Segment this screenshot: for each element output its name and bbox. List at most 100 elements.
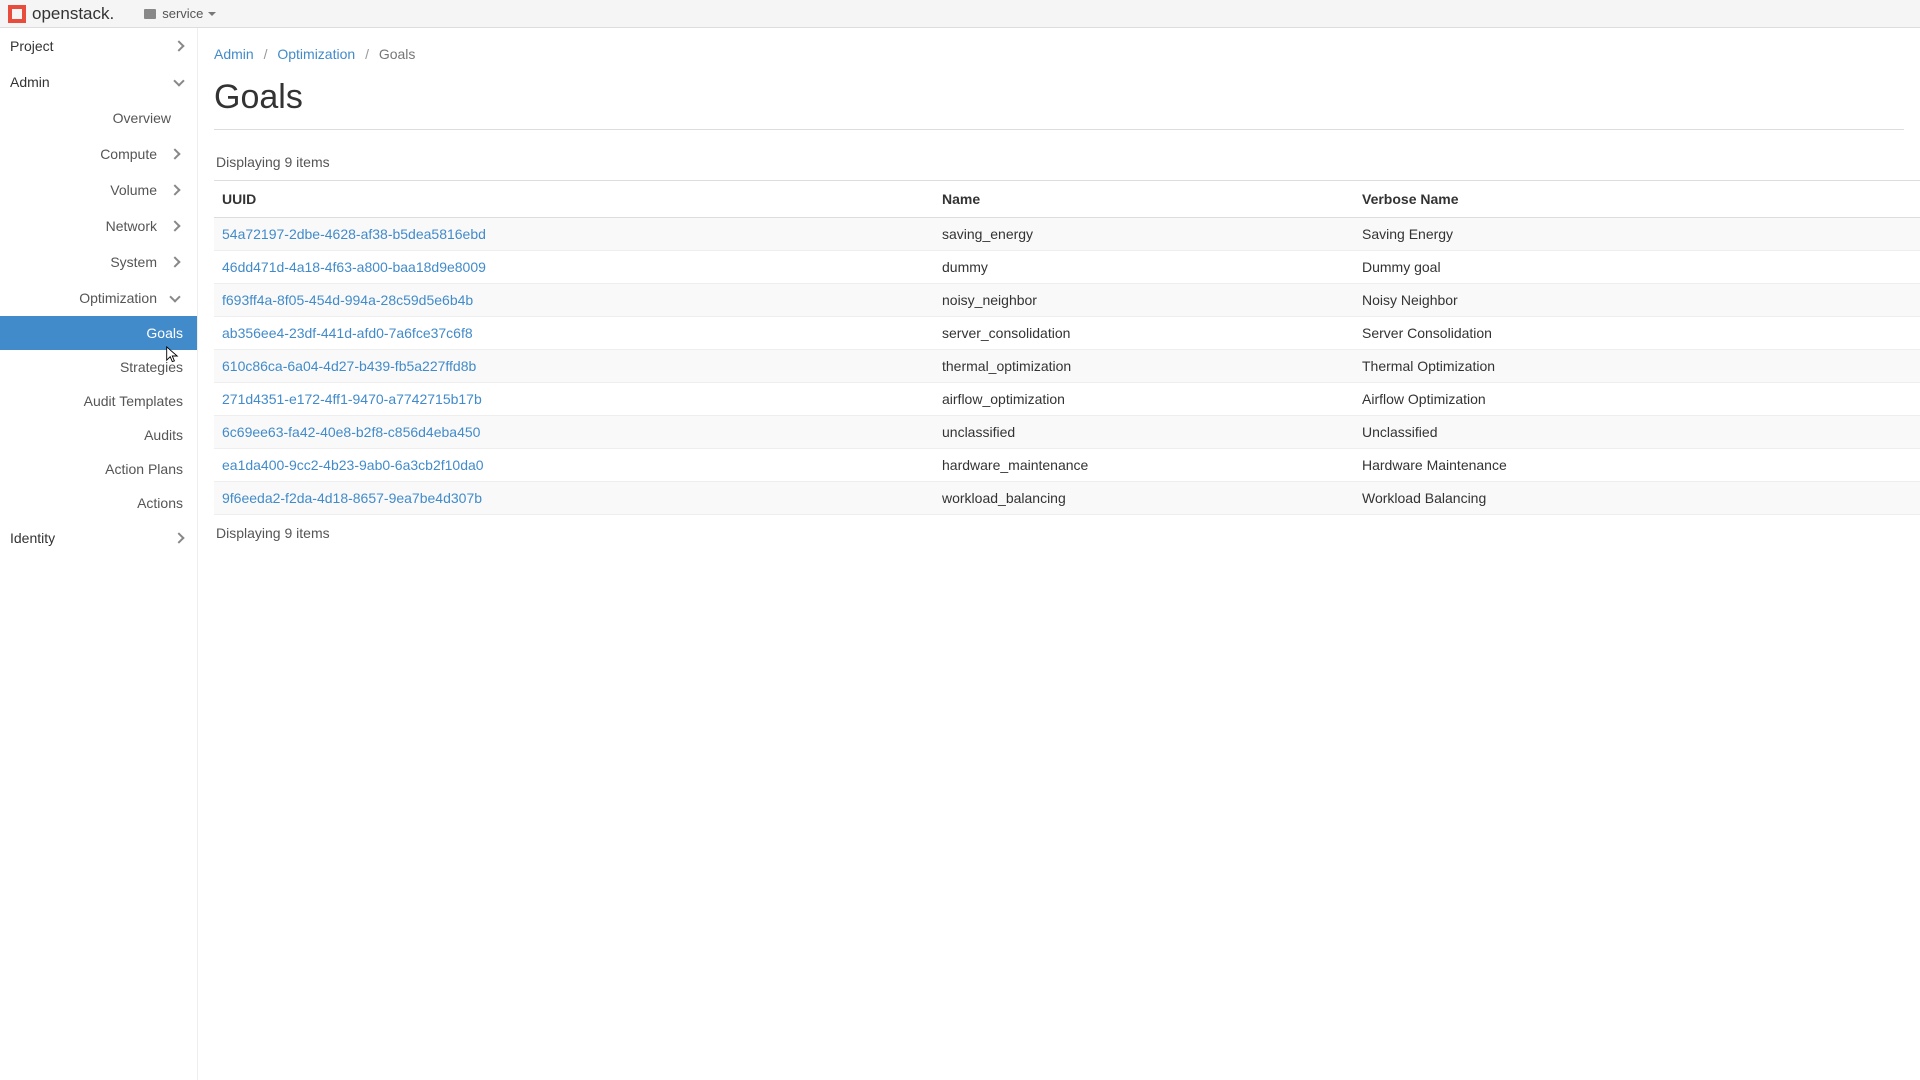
breadcrumb-sep: / [258, 46, 274, 62]
breadcrumb-sep: / [359, 46, 375, 62]
nav-admin[interactable]: Admin [0, 64, 197, 100]
breadcrumb-current: Goals [379, 46, 416, 62]
brand-logo[interactable]: openstack. [8, 4, 114, 24]
nav-action-plans[interactable]: Action Plans [0, 452, 197, 486]
chevron-right-icon [169, 256, 180, 267]
nav-strategies-label: Strategies [120, 359, 183, 375]
nav-network[interactable]: Network [0, 208, 197, 244]
uuid-link[interactable]: 610c86ca-6a04-4d27-b439-fb5a227ffd8b [222, 358, 476, 374]
nav-optimization[interactable]: Optimization [0, 280, 197, 316]
openstack-icon [8, 5, 26, 23]
nav-optimization-children: Goals Strategies Audit Templates Audits … [0, 316, 197, 520]
item-count-top: Displaying 9 items [214, 154, 1920, 180]
project-selector-label: service [162, 6, 203, 21]
chevron-down-icon [169, 291, 180, 302]
nav-compute[interactable]: Compute [0, 136, 197, 172]
uuid-link[interactable]: 9f6eeda2-f2da-4d18-8657-9ea7be4d307b [222, 490, 482, 506]
breadcrumb: Admin / Optimization / Goals [198, 28, 1920, 72]
nav-audits-label: Audits [144, 427, 183, 443]
table-row: ea1da400-9cc2-4b23-9ab0-6a3cb2f10da0 hard… [214, 449, 1920, 482]
uuid-link[interactable]: ea1da400-9cc2-4b23-9ab0-6a3cb2f10da0 [222, 457, 484, 473]
cell-name: server_consolidation [934, 317, 1354, 350]
main-content: Admin / Optimization / Goals Goals Displ… [198, 28, 1920, 1080]
item-count-bottom: Displaying 9 items [214, 515, 1920, 541]
page-title: Goals [198, 72, 1920, 129]
cell-uuid: ea1da400-9cc2-4b23-9ab0-6a3cb2f10da0 [214, 449, 934, 482]
nav-goals-label: Goals [146, 325, 183, 341]
cell-verbose: Saving Energy [1354, 218, 1920, 251]
breadcrumb-optimization[interactable]: Optimization [277, 46, 355, 62]
col-header-uuid[interactable]: UUID [214, 181, 934, 218]
nav-identity-label: Identity [10, 530, 55, 546]
cell-verbose: Dummy goal [1354, 251, 1920, 284]
cell-uuid: 46dd471d-4a18-4f63-a800-baa18d9e8009 [214, 251, 934, 284]
cell-verbose: Thermal Optimization [1354, 350, 1920, 383]
uuid-link[interactable]: 6c69ee63-fa42-40e8-b2f8-c856d4eba450 [222, 424, 480, 440]
table-row: 6c69ee63-fa42-40e8-b2f8-c856d4eba450 uncl… [214, 416, 1920, 449]
cell-name: noisy_neighbor [934, 284, 1354, 317]
table-row: f693ff4a-8f05-454d-994a-28c59d5e6b4b nois… [214, 284, 1920, 317]
table-row: 271d4351-e172-4ff1-9470-a7742715b17b airf… [214, 383, 1920, 416]
cell-verbose: Workload Balancing [1354, 482, 1920, 515]
nav-overview[interactable]: Overview [0, 100, 197, 136]
nav-admin-label: Admin [10, 74, 50, 90]
cell-uuid: 610c86ca-6a04-4d27-b439-fb5a227ffd8b [214, 350, 934, 383]
cell-verbose: Server Consolidation [1354, 317, 1920, 350]
table-row: 46dd471d-4a18-4f63-a800-baa18d9e8009 dumm… [214, 251, 1920, 284]
nav-network-label: Network [10, 218, 165, 234]
sidebar: Project Admin Overview Compute Volume Ne… [0, 28, 198, 1080]
table-row: 610c86ca-6a04-4d27-b439-fb5a227ffd8bther… [214, 350, 1920, 383]
goals-table: UUID Name Verbose Name 54a72197-2dbe-462… [214, 180, 1920, 515]
cell-uuid: f693ff4a-8f05-454d-994a-28c59d5e6b4b [214, 284, 934, 317]
cell-name: hardware_maintenance [934, 449, 1354, 482]
nav-project[interactable]: Project [0, 28, 197, 64]
chevron-right-icon [173, 40, 184, 51]
cell-name: dummy [934, 251, 1354, 284]
cell-uuid: 9f6eeda2-f2da-4d18-8657-9ea7be4d307b [214, 482, 934, 515]
nav-audits[interactable]: Audits [0, 418, 197, 452]
cell-uuid: 6c69ee63-fa42-40e8-b2f8-c856d4eba450 [214, 416, 934, 449]
nav-volume[interactable]: Volume [0, 172, 197, 208]
nav-identity[interactable]: Identity [0, 520, 197, 556]
nav-compute-label: Compute [10, 146, 165, 162]
uuid-link[interactable]: ab356ee4-23df-441d-afd0-7a6fce37c6f8 [222, 325, 473, 341]
nav-actions[interactable]: Actions [0, 486, 197, 520]
uuid-link[interactable]: 54a72197-2dbe-4628-af38-b5dea5816ebd [222, 226, 486, 242]
nav-system-label: System [10, 254, 165, 270]
col-header-verbose[interactable]: Verbose Name [1354, 181, 1920, 218]
project-selector[interactable]: service [144, 6, 216, 21]
cell-verbose: Unclassified [1354, 416, 1920, 449]
cell-verbose: Airflow Optimization [1354, 383, 1920, 416]
nav-admin-children: Overview Compute Volume Network System O… [0, 100, 197, 520]
nav-audit-templates[interactable]: Audit Templates [0, 384, 197, 418]
table-row: ab356ee4-23df-441d-afd0-7a6fce37c6f8 serv… [214, 317, 1920, 350]
cell-name: airflow_optimization [934, 383, 1354, 416]
table-row: 54a72197-2dbe-4628-af38-b5dea5816ebd savi… [214, 218, 1920, 251]
uuid-link[interactable]: f693ff4a-8f05-454d-994a-28c59d5e6b4b [222, 292, 473, 308]
chevron-right-icon [169, 220, 180, 231]
project-icon [144, 9, 156, 19]
caret-down-icon [208, 12, 216, 16]
nav-audit-templates-label: Audit Templates [84, 393, 183, 409]
breadcrumb-admin[interactable]: Admin [214, 46, 254, 62]
cell-uuid: ab356ee4-23df-441d-afd0-7a6fce37c6f8 [214, 317, 934, 350]
topbar: openstack. service [0, 0, 1920, 28]
nav-action-plans-label: Action Plans [105, 461, 183, 477]
cell-verbose: Hardware Maintenance [1354, 449, 1920, 482]
table-row: 9f6eeda2-f2da-4d18-8657-9ea7be4d307b work… [214, 482, 1920, 515]
nav-strategies[interactable]: Strategies [0, 350, 197, 384]
nav-goals[interactable]: Goals [0, 316, 197, 350]
cell-name: saving_energy [934, 218, 1354, 251]
cell-uuid: 271d4351-e172-4ff1-9470-a7742715b17b [214, 383, 934, 416]
cell-name: workload_balancing [934, 482, 1354, 515]
col-header-name[interactable]: Name [934, 181, 1354, 218]
nav-optimization-label: Optimization [10, 290, 165, 306]
cell-name: unclassified [934, 416, 1354, 449]
uuid-link[interactable]: 271d4351-e172-4ff1-9470-a7742715b17b [222, 391, 482, 407]
cell-uuid: 54a72197-2dbe-4628-af38-b5dea5816ebd [214, 218, 934, 251]
nav-volume-label: Volume [10, 182, 165, 198]
cell-verbose: Noisy Neighbor [1354, 284, 1920, 317]
uuid-link[interactable]: 46dd471d-4a18-4f63-a800-baa18d9e8009 [222, 259, 486, 275]
nav-actions-label: Actions [137, 495, 183, 511]
nav-system[interactable]: System [0, 244, 197, 280]
